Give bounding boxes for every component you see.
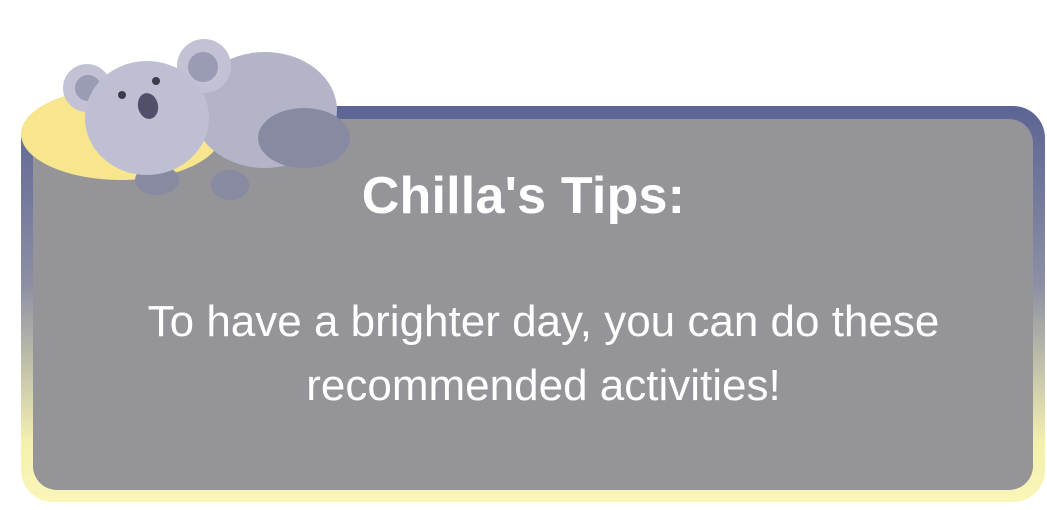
tips-title: Chilla's Tips: [361,167,686,225]
tip-card-stage: Chilla's Tips: To have a brighter day, y… [0,0,1047,510]
tips-message: To have a brighter day, you can do these… [147,297,940,410]
